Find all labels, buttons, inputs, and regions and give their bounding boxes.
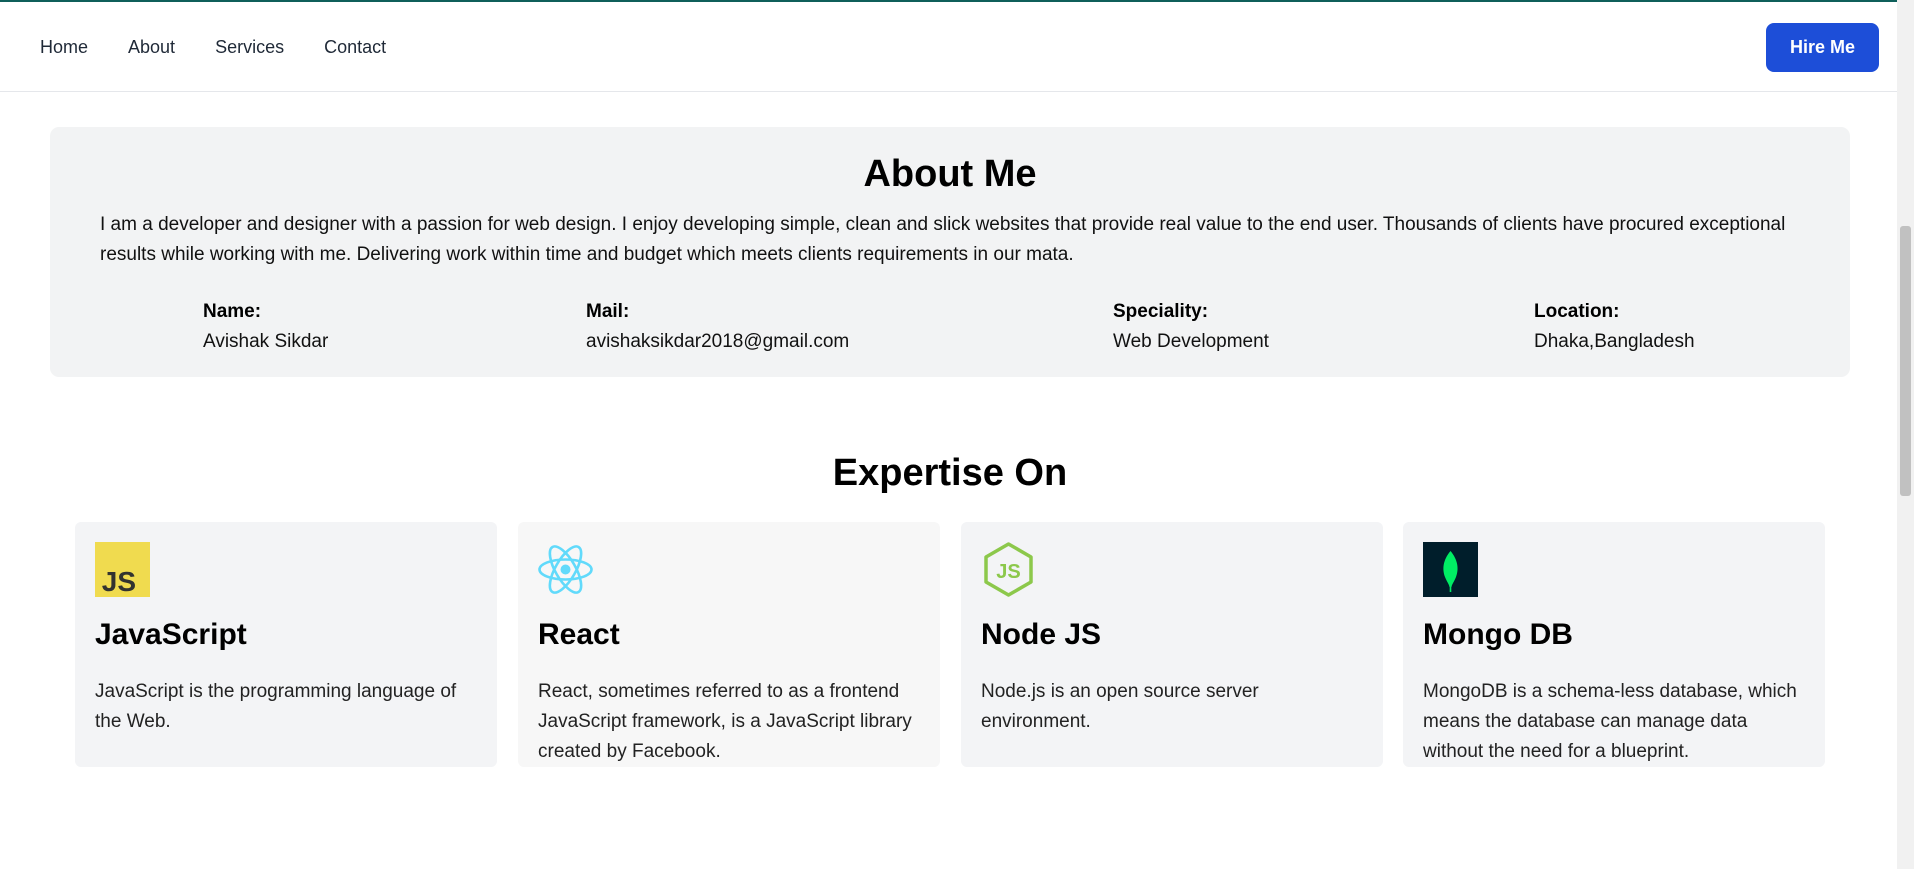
info-location-value: Dhaka,Bangladesh	[1534, 331, 1695, 352]
card-title: JavaScript	[95, 618, 247, 651]
info-speciality: Speciality: Web Development	[1113, 297, 1269, 357]
card-description: React, sometimes referred to as a fronte…	[538, 681, 912, 762]
mongodb-icon	[1423, 542, 1478, 597]
nav-links: Home About Services Contact	[40, 2, 426, 92]
info-name-value: Avishak Sikdar	[203, 331, 329, 352]
info-speciality-label: Speciality:	[1113, 301, 1209, 322]
svg-text:JS: JS	[102, 566, 136, 597]
info-location-label: Location:	[1534, 301, 1620, 322]
expertise-card-mongodb: Mongo DB MongoDB is a schema-less databa…	[1403, 522, 1825, 767]
expertise-card-javascript: JS JavaScript JavaScript is the programm…	[75, 522, 497, 767]
info-mail-label: Mail:	[586, 301, 630, 322]
about-title: About Me	[863, 153, 1037, 195]
javascript-icon: JS	[95, 542, 150, 597]
svg-text:JS: JS	[996, 561, 1020, 583]
react-icon	[538, 545, 593, 594]
nav-link-services[interactable]: Services	[215, 37, 284, 58]
card-title: React	[538, 618, 620, 651]
info-name-label: Name:	[203, 301, 262, 322]
expertise-title: Expertise On	[832, 452, 1068, 494]
about-section: About Me I am a developer and designer w…	[50, 127, 1850, 377]
card-description: Node.js is an open source server environ…	[981, 681, 1259, 732]
info-mail: Mail: avishaksikdar2018@gmail.com	[586, 297, 849, 357]
nodejs-icon: JS	[984, 542, 1033, 597]
nav-link-contact[interactable]: Contact	[324, 37, 386, 58]
scrollbar-thumb[interactable]	[1900, 226, 1911, 496]
card-description: JavaScript is the programming language o…	[95, 681, 457, 732]
hire-me-button[interactable]: Hire Me	[1766, 23, 1879, 72]
nav-link-home[interactable]: Home	[40, 37, 88, 58]
expertise-card-nodejs: JS Node JS Node.js is an open source ser…	[961, 522, 1383, 767]
card-description: MongoDB is a schema-less database, which…	[1423, 681, 1797, 762]
card-title: Mongo DB	[1423, 618, 1573, 651]
expertise-card-react: React React, sometimes referred to as a …	[518, 522, 940, 767]
info-mail-value: avishaksikdar2018@gmail.com	[586, 331, 850, 352]
info-location: Location: Dhaka,Bangladesh	[1534, 297, 1695, 357]
about-description: I am a developer and designer with a pas…	[100, 214, 1786, 265]
card-title: Node JS	[981, 618, 1102, 651]
info-name: Name: Avishak Sikdar	[203, 297, 328, 357]
info-speciality-value: Web Development	[1113, 331, 1269, 352]
nav-link-about[interactable]: About	[128, 37, 175, 58]
navbar: Home About Services Contact Hire Me	[0, 2, 1897, 92]
